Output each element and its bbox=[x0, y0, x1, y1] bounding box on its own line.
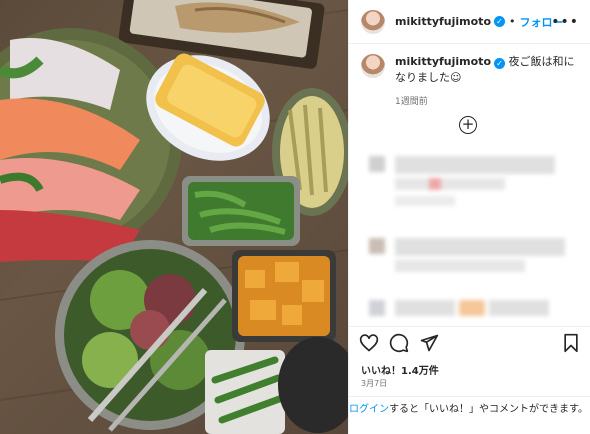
username-link[interactable]: mikittyfujimoto bbox=[395, 15, 491, 28]
login-prompt: ログインすると「いいね！」やコメントができます。 bbox=[349, 396, 590, 434]
snow-peas-container bbox=[182, 176, 300, 246]
load-more-comments-button[interactable]: + bbox=[459, 116, 477, 134]
post-date[interactable]: 3月7日 bbox=[361, 378, 387, 389]
separator-dot: • bbox=[509, 15, 516, 28]
like-count[interactable]: いいね！1.4万件 bbox=[361, 362, 439, 377]
pumpkin-container bbox=[232, 250, 336, 342]
post-caption: mikittyfujimoto ✓ 夜ご飯は和になりました☺︎ 1週間前 bbox=[361, 54, 583, 110]
blurred-comments bbox=[359, 150, 581, 320]
caption-timestamp[interactable]: 1週間前 bbox=[395, 94, 583, 110]
caption-avatar[interactable] bbox=[361, 54, 385, 78]
verified-badge-icon: ✓ bbox=[494, 16, 505, 27]
verified-badge-icon: ✓ bbox=[494, 58, 505, 69]
bookmark-icon[interactable] bbox=[561, 333, 581, 353]
post-sidebar: mikittyfujimoto ✓ • フォロー ••• mikittyfuji… bbox=[348, 0, 590, 434]
login-prompt-text: すると「いいね！」やコメントができます。 bbox=[389, 404, 588, 415]
okra-plate bbox=[205, 350, 286, 434]
action-bar bbox=[349, 326, 590, 356]
post-header: mikittyfujimoto ✓ • フォロー ••• bbox=[349, 0, 590, 44]
share-icon[interactable] bbox=[419, 333, 439, 353]
login-link[interactable]: ログイン bbox=[349, 404, 389, 415]
avatar[interactable] bbox=[361, 9, 385, 34]
comment-icon[interactable] bbox=[389, 333, 409, 353]
more-options-icon[interactable]: ••• bbox=[551, 14, 579, 30]
sashimi-plate bbox=[0, 28, 182, 262]
caption-username[interactable]: mikittyfujimoto bbox=[395, 55, 491, 68]
post-photo[interactable] bbox=[0, 0, 348, 434]
grilled-fish-tray bbox=[118, 0, 325, 69]
dark-cup bbox=[278, 337, 348, 433]
dinner-photo-illustration bbox=[0, 0, 348, 434]
heart-icon[interactable] bbox=[359, 333, 379, 353]
